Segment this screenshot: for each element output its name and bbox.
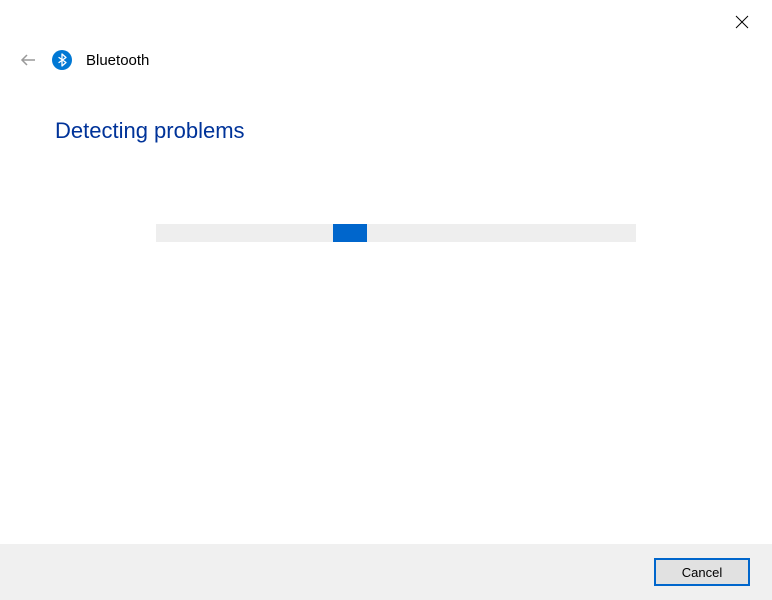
footer: Cancel [0,544,772,600]
back-button[interactable] [18,50,38,70]
cancel-button[interactable]: Cancel [654,558,750,586]
close-icon [735,15,749,29]
back-arrow-icon [19,51,37,69]
bluetooth-icon [52,50,72,70]
window-title: Bluetooth [86,52,149,69]
progress-indicator [333,224,367,242]
header: Bluetooth [18,50,149,70]
close-button[interactable] [730,10,754,34]
page-heading: Detecting problems [55,118,245,144]
progress-bar [156,224,636,242]
